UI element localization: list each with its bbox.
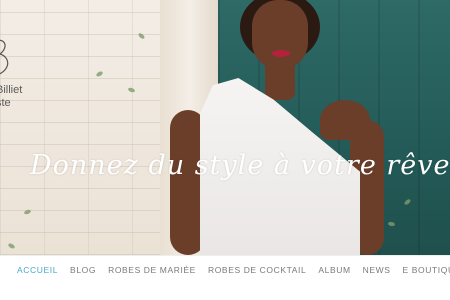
nav-item-e-boutique[interactable]: E BOUTIQUE bbox=[403, 265, 450, 275]
page: Billiet ste Donnez du style à votre rêve… bbox=[0, 0, 450, 300]
nav-item-accueil[interactable]: ACCUEIL bbox=[17, 265, 58, 275]
brand-name-line2: ste bbox=[0, 97, 11, 109]
model-lips bbox=[272, 50, 290, 57]
model-shoulder bbox=[320, 100, 370, 140]
hero-tagline: Donnez du style à votre rêve bbox=[30, 150, 450, 181]
brand-logo-icon[interactable] bbox=[0, 36, 16, 80]
nav-item-robes-de-mariee[interactable]: ROBES DE MARIÉE bbox=[108, 265, 196, 275]
main-navigation: ACCUEIL BLOG ROBES DE MARIÉE ROBES DE COCKT… bbox=[0, 255, 450, 300]
nav-item-news[interactable]: NEWS bbox=[363, 265, 391, 275]
brand-logo[interactable]: Billiet ste bbox=[0, 84, 22, 110]
brand-name-line1: Billiet bbox=[0, 84, 23, 96]
nav-item-robes-de-cocktail[interactable]: ROBES DE COCKTAIL bbox=[208, 265, 306, 275]
hero-banner: Billiet ste Donnez du style à votre rêve bbox=[0, 0, 450, 255]
nav-item-album[interactable]: ALBUM bbox=[318, 265, 350, 275]
model-photo bbox=[170, 0, 390, 255]
nav-list: ACCUEIL BLOG ROBES DE MARIÉE ROBES DE COCKT… bbox=[17, 265, 450, 275]
nav-item-blog[interactable]: BLOG bbox=[70, 265, 96, 275]
model-face bbox=[252, 0, 308, 70]
